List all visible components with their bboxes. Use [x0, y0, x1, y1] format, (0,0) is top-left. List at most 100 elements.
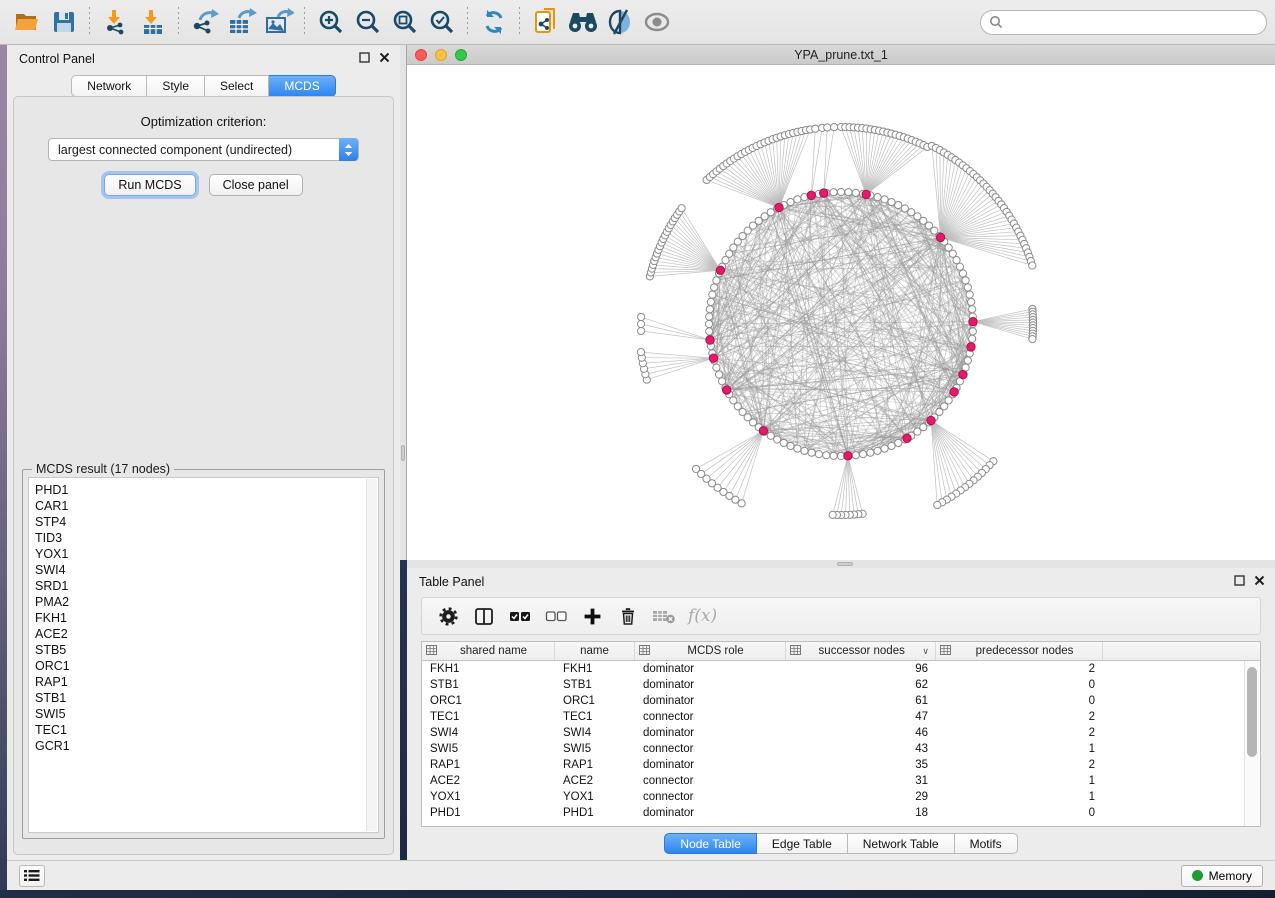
close-panel-icon[interactable] [379, 52, 390, 66]
mcds-result-node[interactable]: ACE2 [35, 626, 378, 642]
mcds-result-node[interactable]: YOX1 [35, 546, 378, 562]
float-panel-icon[interactable] [359, 52, 370, 66]
scrollbar-thumb[interactable] [1247, 667, 1257, 757]
mcds-result-node[interactable]: ORC1 [35, 658, 378, 674]
table-cell: 0 [936, 695, 1103, 707]
table-row[interactable]: FKH1FKH1dominator962 [422, 661, 1244, 677]
table-cell: 62 [786, 679, 936, 691]
mcds-result-node[interactable]: PMA2 [35, 594, 378, 610]
mcds-result-node[interactable]: PHD1 [35, 482, 378, 498]
add-column-icon[interactable] [574, 601, 610, 631]
table-cell: SWI4 [422, 727, 555, 739]
divider-grip[interactable] [401, 445, 405, 461]
network-from-file-icon[interactable] [527, 4, 564, 40]
mcds-result-node[interactable]: STP4 [35, 514, 378, 530]
table-row[interactable]: PHD1PHD1dominator180 [422, 805, 1244, 821]
float-panel-icon[interactable] [1234, 575, 1245, 589]
mcds-result-node[interactable]: GCR1 [35, 738, 378, 754]
column-header-name[interactable]: name [555, 642, 635, 660]
table-row[interactable]: ORC1ORC1dominator610 [422, 693, 1244, 709]
table-cell: 61 [786, 695, 936, 707]
close-panel-icon[interactable] [1254, 575, 1265, 589]
table-row[interactable]: TEC1TEC1connector472 [422, 709, 1244, 725]
close-panel-button[interactable]: Close panel [209, 174, 303, 196]
table-scrollbar[interactable] [1244, 661, 1260, 826]
table-cell: 47 [786, 711, 936, 723]
result-scrollbar[interactable] [366, 479, 377, 831]
search-input[interactable] [980, 10, 1267, 35]
table-panel-title: Table Panel [419, 575, 484, 589]
mcds-result-node[interactable]: SWI5 [35, 706, 378, 722]
table-row[interactable]: RAP1RAP1dominator352 [422, 757, 1244, 773]
export-network-icon[interactable] [186, 4, 223, 40]
tab-mcds[interactable]: MCDS [269, 75, 335, 97]
select-all-icon[interactable] [502, 601, 538, 631]
memory-button[interactable]: Memory [1181, 865, 1263, 887]
table-cell: YOX1 [422, 791, 555, 803]
node-table: shared namename MCDS role successor nodes∨… [421, 641, 1261, 827]
deselect-all-icon[interactable] [538, 601, 574, 631]
mcds-result-node[interactable]: CAR1 [35, 498, 378, 514]
mcds-result-node[interactable]: SRD1 [35, 578, 378, 594]
column-header-MCDS-role[interactable]: MCDS role [635, 642, 786, 660]
tab-node-table[interactable]: Node Table [664, 833, 757, 854]
delete-table-icon-disabled [646, 601, 682, 631]
column-type-icon [426, 644, 437, 658]
mcds-result-node[interactable]: TID3 [35, 530, 378, 546]
tab-style[interactable]: Style [147, 75, 205, 97]
export-table-icon[interactable] [223, 4, 260, 40]
table-row[interactable]: STB1STB1dominator620 [422, 677, 1244, 693]
tab-select[interactable]: Select [205, 75, 269, 97]
zoom-selected-icon[interactable] [423, 4, 460, 40]
tab-network-table[interactable]: Network Table [848, 833, 955, 854]
search-binoculars-icon[interactable] [564, 4, 601, 40]
optimization-select[interactable]: largest connected component (undirected) [48, 138, 359, 161]
mcds-result-node[interactable]: SWI4 [35, 562, 378, 578]
tab-motifs[interactable]: Motifs [955, 833, 1018, 854]
table-body: FKH1FKH1dominator962STB1STB1dominator620… [422, 661, 1244, 826]
network-titlebar[interactable]: YPA_prune.txt_1 [407, 45, 1275, 65]
column-header-predecessor-nodes[interactable]: predecessor nodes [936, 642, 1103, 660]
column-header-successor-nodes[interactable]: successor nodes∨ [786, 642, 936, 660]
table-cell: TEC1 [422, 711, 555, 723]
vertical-split-divider[interactable] [400, 45, 407, 560]
mcds-result-node[interactable]: TEC1 [35, 722, 378, 738]
mcds-result-node[interactable]: RAP1 [35, 674, 378, 690]
mcds-result-list[interactable]: PHD1CAR1STP4TID3YOX1SWI4SRD1PMA2FKH1ACE2… [28, 477, 379, 833]
show-hide-graphics-icon[interactable] [638, 4, 675, 40]
import-network-icon[interactable] [97, 4, 134, 40]
table-cell: YOX1 [555, 791, 635, 803]
table-row[interactable]: YOX1YOX1connector291 [422, 789, 1244, 805]
column-label: MCDS role [650, 645, 781, 657]
mcds-result-node[interactable]: STB1 [35, 690, 378, 706]
refresh-view-icon[interactable] [475, 4, 512, 40]
open-file-icon[interactable] [8, 4, 45, 40]
visual-styles-icon[interactable] [601, 4, 638, 40]
delete-column-trash-icon[interactable] [610, 601, 646, 631]
table-row[interactable]: SWI5SWI5connector431 [422, 741, 1244, 757]
zoom-fit-icon[interactable] [386, 4, 423, 40]
zoom-out-icon[interactable] [349, 4, 386, 40]
show-columns-icon[interactable] [466, 601, 502, 631]
task-history-icon[interactable] [19, 865, 45, 887]
horizontal-split-divider[interactable] [407, 560, 1275, 568]
zoom-in-icon[interactable] [312, 4, 349, 40]
import-table-icon[interactable] [134, 4, 171, 40]
export-image-icon[interactable] [260, 4, 297, 40]
network-graph-canvas[interactable] [407, 65, 1275, 559]
mcds-result-node[interactable]: STB5 [35, 642, 378, 658]
table-row[interactable]: SWI4SWI4dominator462 [422, 725, 1244, 741]
mcds-result-node[interactable]: FKH1 [35, 610, 378, 626]
tab-network[interactable]: Network [71, 75, 147, 97]
tab-edge-table[interactable]: Edge Table [757, 833, 848, 854]
run-mcds-button[interactable]: Run MCDS [104, 174, 195, 196]
save-session-icon[interactable] [45, 4, 82, 40]
divider-grip[interactable] [837, 562, 853, 566]
column-header-shared-name[interactable]: shared name [422, 642, 555, 660]
table-settings-gear-icon[interactable] [430, 601, 466, 631]
column-type-icon [790, 644, 801, 658]
table-cell: 1 [936, 743, 1103, 755]
table-row[interactable]: ACE2ACE2connector311 [422, 773, 1244, 789]
table-cell: RAP1 [555, 759, 635, 771]
table-cell: FKH1 [555, 663, 635, 675]
